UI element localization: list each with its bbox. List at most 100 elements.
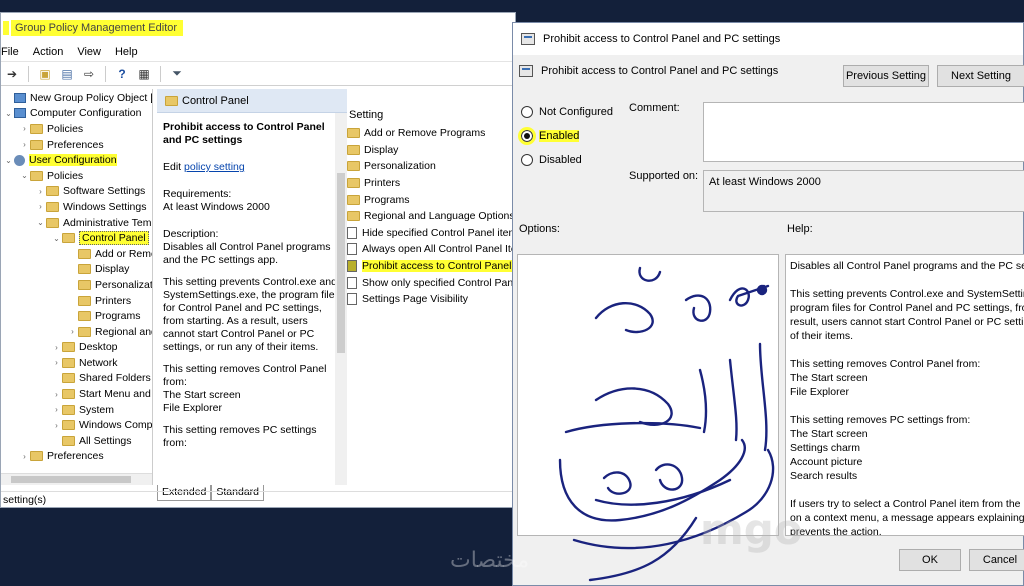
folder-icon	[62, 342, 75, 353]
setting-row[interactable]: Prohibit access to Control Panel and PC …	[347, 258, 515, 275]
tree-item[interactable]: › Preferences	[1, 137, 152, 153]
next-setting-button[interactable]: Next Setting	[937, 65, 1024, 87]
setting-row[interactable]: Personalization	[347, 158, 515, 175]
chevron-right-icon[interactable]: ›	[67, 327, 78, 336]
tree-item[interactable]: Display	[1, 262, 152, 278]
computer-icon	[14, 108, 26, 119]
chevron-right-icon[interactable]: ›	[51, 358, 62, 367]
tree-item[interactable]: › Network	[1, 355, 152, 371]
chevron-down-icon[interactable]: ⌄	[35, 218, 46, 227]
settings-column-header[interactable]: Setting	[347, 89, 515, 125]
folder-icon	[62, 420, 75, 431]
setting-row[interactable]: Show only specified Control Panel items	[347, 274, 515, 291]
radio-enabled[interactable]: Enabled	[518, 127, 580, 145]
tree-item[interactable]: ⌄ Administrative Templ	[1, 215, 152, 231]
setting-row[interactable]: Printers	[347, 175, 515, 192]
chevron-right-icon[interactable]: ›	[51, 390, 62, 399]
chevron-right-icon[interactable]: ›	[35, 187, 46, 196]
policy-setting-icon	[347, 276, 357, 289]
tree-item[interactable]: › Regional and	[1, 324, 152, 340]
chevron-right-icon[interactable]: ›	[19, 140, 30, 149]
dialog-titlebar: Prohibit access to Control Panel and PC …	[513, 23, 1023, 55]
toolbar-separator	[28, 65, 29, 82]
tree-item[interactable]: ⌄ User Configuration	[1, 152, 152, 168]
radio-not-configured-circle[interactable]	[521, 106, 533, 118]
folder-icon	[62, 373, 75, 384]
tree-horizontal-scrollbar[interactable]	[1, 473, 152, 485]
menu-file[interactable]: File	[1, 46, 19, 58]
tree-item[interactable]: › Windows Compo	[1, 417, 152, 433]
edit-policy-line: Edit policy setting	[163, 161, 341, 174]
radio-enabled-circle[interactable]	[518, 127, 536, 145]
setting-row[interactable]: Programs	[347, 191, 515, 208]
policy-setting-icon	[347, 260, 357, 273]
menu-help[interactable]: Help	[115, 46, 138, 58]
forward-arrow-icon[interactable]: ➔	[3, 65, 21, 83]
setting-row[interactable]: Display	[347, 142, 515, 159]
tree-item[interactable]: All Settings	[1, 433, 152, 449]
radio-disabled-circle[interactable]	[521, 154, 533, 166]
folder-icon	[62, 233, 75, 244]
setting-row[interactable]: Add or Remove Programs	[347, 125, 515, 142]
setting-row[interactable]: Settings Page Visibility	[347, 291, 515, 308]
help-text-line	[790, 273, 1020, 287]
tree-item[interactable]: › Preferences	[1, 449, 152, 465]
tree-item[interactable]: Programs	[1, 308, 152, 324]
cancel-button[interactable]: Cancel	[969, 549, 1024, 571]
edit-policy-link[interactable]: policy setting	[184, 161, 245, 173]
filter-icon[interactable]: ⏷	[168, 65, 186, 83]
properties-icon[interactable]: ▦	[135, 65, 153, 83]
tree-item[interactable]: ⌄ Computer Configuration	[1, 106, 152, 122]
radio-not-configured[interactable]: Not Configured	[521, 106, 613, 118]
tree-item[interactable]: › Windows Settings	[1, 199, 152, 215]
toolbar: ➔ ▣ ▤ ⇨ ? ▦ ⏷	[1, 62, 515, 86]
help-text-line: If users try to select a Control Panel i…	[790, 498, 1024, 510]
chevron-down-icon[interactable]: ⌄	[3, 109, 14, 118]
chevron-right-icon[interactable]: ›	[35, 202, 46, 211]
tree-item[interactable]: New Group Policy Object [DC01.	[1, 90, 152, 106]
tree-item[interactable]: › Policies	[1, 121, 152, 137]
description-scrollbar[interactable]	[335, 113, 347, 485]
description-header-label: Control Panel	[182, 94, 249, 107]
chevron-down-icon[interactable]: ⌄	[19, 171, 30, 180]
tree-item[interactable]: Printers	[1, 293, 152, 309]
menu-view[interactable]: View	[77, 46, 101, 58]
chevron-right-icon[interactable]: ›	[19, 452, 30, 461]
folder-icon	[62, 357, 75, 368]
radio-disabled[interactable]: Disabled	[521, 154, 582, 166]
menu-action[interactable]: Action	[33, 46, 64, 58]
chevron-right-icon[interactable]: ›	[51, 343, 62, 352]
tree-item-label: Personalizatio	[95, 278, 153, 291]
up-folder-icon[interactable]: ▣	[36, 65, 54, 83]
tree-item[interactable]: › Start Menu and T	[1, 386, 152, 402]
chevron-down-icon[interactable]: ⌄	[3, 156, 14, 165]
folder-icon	[347, 144, 360, 155]
setting-row[interactable]: Always open All Control Panel Items	[347, 241, 515, 258]
tree-item[interactable]: ⌄ Control Panel	[1, 230, 152, 246]
tree-item[interactable]: › Software Settings	[1, 184, 152, 200]
tree-item[interactable]: Add or Remov	[1, 246, 152, 262]
status-bar: setting(s)	[1, 491, 515, 507]
tree-item[interactable]: Shared Folders	[1, 371, 152, 387]
folder-icon	[347, 194, 360, 205]
export-list-icon[interactable]: ⇨	[80, 65, 98, 83]
chevron-right-icon[interactable]: ›	[51, 421, 62, 430]
previous-setting-button[interactable]: Previous Setting	[843, 65, 929, 87]
chevron-right-icon[interactable]: ›	[51, 405, 62, 414]
chevron-right-icon[interactable]: ›	[19, 124, 30, 133]
tree-item-label: Computer Configuration	[30, 107, 142, 120]
tree-item[interactable]: › System	[1, 402, 152, 418]
show-hide-tree-icon[interactable]: ▤	[58, 65, 76, 83]
comment-textarea[interactable]	[703, 102, 1024, 162]
tree-item[interactable]: ⌄ Policies	[1, 168, 152, 184]
folder-icon	[347, 128, 360, 139]
setting-row[interactable]: Hide specified Control Panel items	[347, 225, 515, 242]
folder-icon	[30, 139, 43, 150]
help-icon[interactable]: ?	[113, 65, 131, 83]
tree-item[interactable]: › Desktop	[1, 340, 152, 356]
tree-item[interactable]: Personalizatio	[1, 277, 152, 293]
chevron-down-icon[interactable]: ⌄	[51, 234, 62, 243]
ok-button[interactable]: OK	[899, 549, 961, 571]
help-text-line	[790, 399, 1020, 413]
setting-row[interactable]: Regional and Language Options	[347, 208, 515, 225]
